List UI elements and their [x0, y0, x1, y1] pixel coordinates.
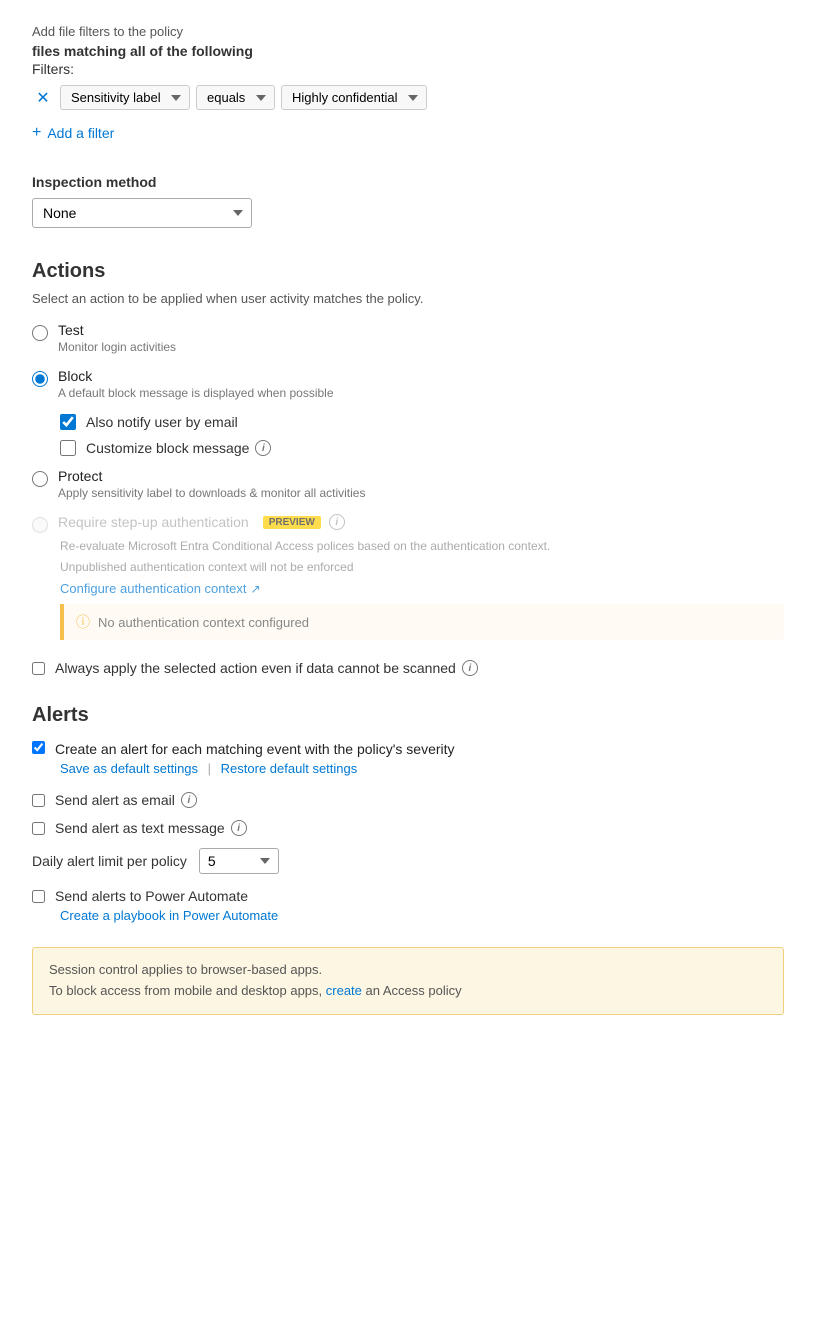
add-filter-button[interactable]: + Add a filter	[32, 120, 114, 146]
test-option: Test Monitor login activities	[32, 322, 784, 354]
notify-email-checkbox[interactable]	[60, 414, 76, 430]
file-filters-section: Add file filters to the policy files mat…	[32, 24, 784, 146]
inspection-section: Inspection method None	[32, 174, 784, 228]
alert-email-info-icon[interactable]: i	[181, 792, 197, 808]
warning-box: ⓘ No authentication context configured	[60, 604, 784, 640]
stepup-info-icon[interactable]: i	[329, 514, 345, 530]
notify-email-row: Also notify user by email	[60, 414, 784, 430]
power-automate-label[interactable]: Send alerts to Power Automate	[55, 888, 248, 904]
actions-heading: Actions	[32, 260, 784, 283]
block-options: Also notify user by email Customize bloc…	[60, 414, 784, 456]
actions-section: Actions Select an action to be applied w…	[32, 260, 784, 676]
session-notice-line1: Session control applies to browser-based…	[49, 960, 767, 981]
daily-limit-row: Daily alert limit per policy 5	[32, 848, 784, 874]
stepup-desc-line1: Re-evaluate Microsoft Entra Conditional …	[60, 537, 640, 555]
filter-row: ✕ Sensitivity label equals Highly confid…	[32, 85, 784, 110]
always-apply-label[interactable]: Always apply the selected action even if…	[55, 660, 478, 676]
configure-auth-link[interactable]: Configure authentication context ↗	[60, 581, 261, 596]
session-notice-line2: To block access from mobile and desktop …	[49, 981, 767, 1002]
always-apply-checkbox[interactable]	[32, 662, 45, 675]
step-up-option: Require step-up authentication PREVIEW i	[32, 514, 784, 533]
filter-remove-button[interactable]: ✕	[32, 87, 54, 109]
actions-description: Select an action to be applied when user…	[32, 291, 784, 306]
protect-label[interactable]: Protect	[58, 468, 365, 484]
protect-radio[interactable]	[32, 471, 48, 487]
block-label[interactable]: Block	[58, 368, 334, 384]
always-apply-info-icon[interactable]: i	[462, 660, 478, 676]
sensitivity-label-dropdown[interactable]: Sensitivity label	[60, 85, 190, 110]
page-container: Add file filters to the policy files mat…	[0, 0, 816, 1328]
external-link-icon: ↗	[250, 582, 260, 596]
customize-block-info-icon[interactable]: i	[255, 440, 271, 456]
alert-main-row: Create an alert for each matching event …	[32, 741, 784, 757]
block-radio[interactable]	[32, 371, 48, 387]
test-radio[interactable]	[32, 325, 48, 341]
warning-icon: ⓘ	[76, 612, 90, 632]
customize-block-checkbox[interactable]	[60, 440, 76, 456]
alert-main-label[interactable]: Create an alert for each matching event …	[55, 741, 455, 757]
stepup-label[interactable]: Require step-up authentication	[58, 514, 249, 530]
alert-text-info-icon[interactable]: i	[231, 820, 247, 836]
preview-badge: PREVIEW	[263, 516, 321, 529]
send-email-alert-row: Send alert as email i	[32, 792, 784, 808]
protect-sublabel: Apply sensitivity label to downloads & m…	[58, 486, 365, 500]
stepup-radio[interactable]	[32, 517, 48, 533]
filters-label: Filters:	[32, 61, 784, 77]
test-label[interactable]: Test	[58, 322, 176, 338]
filter-value-dropdown[interactable]: Highly confidential	[281, 85, 427, 110]
alert-main-checkbox[interactable]	[32, 741, 45, 754]
power-automate-checkbox[interactable]	[32, 890, 45, 903]
customize-block-label[interactable]: Customize block message i	[86, 440, 271, 456]
always-apply-row: Always apply the selected action even if…	[32, 660, 784, 676]
alert-email-checkbox[interactable]	[32, 794, 45, 807]
alert-sub-links: Save as default settings | Restore defau…	[60, 761, 784, 776]
daily-limit-label: Daily alert limit per policy	[32, 853, 187, 869]
alert-email-label[interactable]: Send alert as email i	[55, 792, 197, 808]
inspection-label: Inspection method	[32, 174, 784, 190]
alert-text-label[interactable]: Send alert as text message i	[55, 820, 247, 836]
block-option: Block A default block message is display…	[32, 368, 784, 400]
power-automate-check-row: Send alerts to Power Automate	[32, 888, 784, 904]
add-filter-label: Add a filter	[47, 125, 114, 141]
step-up-section: Require step-up authentication PREVIEW i…	[32, 514, 784, 640]
block-sublabel: A default block message is displayed whe…	[58, 386, 334, 400]
protect-option: Protect Apply sensitivity label to downl…	[32, 468, 784, 500]
daily-limit-select[interactable]: 5	[199, 848, 279, 874]
send-text-alert-row: Send alert as text message i	[32, 820, 784, 836]
warning-text: No authentication context configured	[98, 615, 309, 630]
create-access-policy-link[interactable]: create	[326, 983, 366, 998]
notify-email-label[interactable]: Also notify user by email	[86, 414, 238, 430]
alerts-heading: Alerts	[32, 704, 784, 727]
customize-block-row: Customize block message i	[60, 440, 784, 456]
alert-text-checkbox[interactable]	[32, 822, 45, 835]
plus-icon: +	[32, 124, 41, 142]
create-playbook-link[interactable]: Create a playbook in Power Automate	[60, 908, 784, 923]
stepup-desc-line2: Unpublished authentication context will …	[60, 558, 640, 576]
restore-default-link[interactable]: Restore default settings	[221, 761, 358, 776]
alerts-section: Alerts Create an alert for each matching…	[32, 704, 784, 1015]
power-automate-row: Send alerts to Power Automate Create a p…	[32, 888, 784, 923]
save-default-link[interactable]: Save as default settings	[60, 761, 198, 776]
test-sublabel: Monitor login activities	[58, 340, 176, 354]
inspection-dropdown[interactable]: None	[32, 198, 252, 228]
session-notice: Session control applies to browser-based…	[32, 947, 784, 1015]
link-divider: |	[208, 761, 211, 776]
matching-text: files matching all of the following	[32, 43, 784, 59]
operator-dropdown[interactable]: equals	[196, 85, 275, 110]
inspection-dropdown-container: None	[32, 198, 252, 228]
add-filters-title: Add file filters to the policy	[32, 24, 784, 39]
